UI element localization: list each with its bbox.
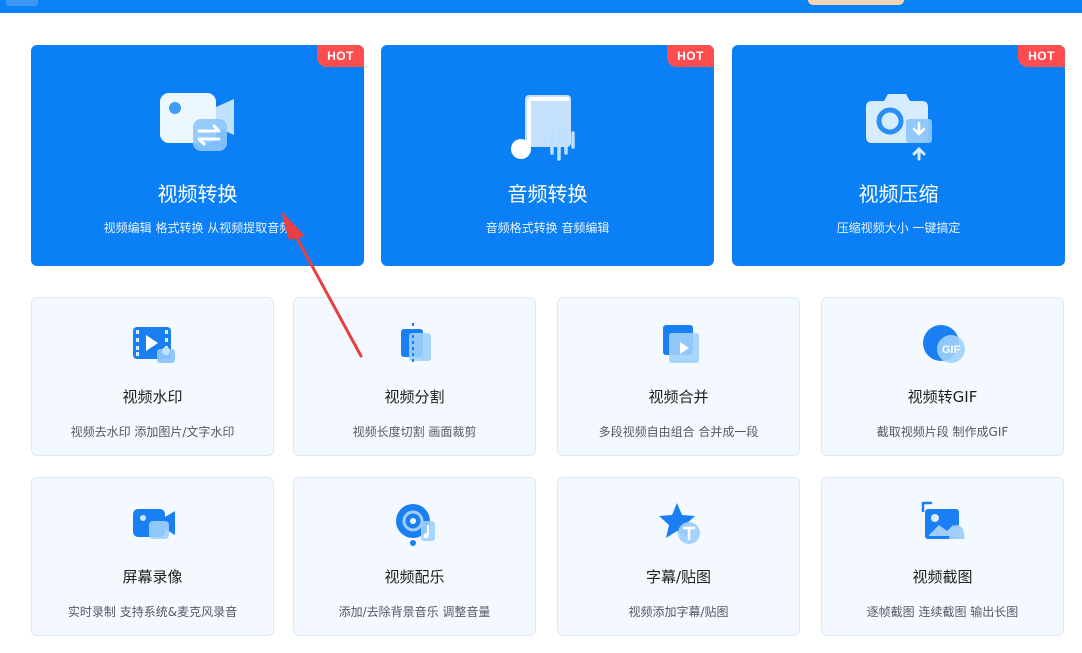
card-title: 音频转换 bbox=[507, 182, 588, 206]
video-compress-card[interactable]: HOT 视频压缩 压缩视频大小 一键搞定 bbox=[732, 45, 1065, 266]
video-convert-card[interactable]: HOT 视频转换 视频编辑 格式转换 从视频提取音频 bbox=[31, 45, 364, 266]
card-title: 视频水印 bbox=[122, 388, 183, 406]
card-subtitle: 多段视频自由组合 合并成一段 bbox=[598, 425, 759, 439]
card-subtitle: 压缩视频大小 一键搞定 bbox=[836, 221, 961, 235]
video-merge-card[interactable]: 视频合并 多段视频自由组合 合并成一段 bbox=[557, 297, 800, 456]
video-watermark-card[interactable]: 视频水印 视频去水印 添加图片/文字水印 bbox=[31, 297, 274, 456]
gif-icon-text: GIF bbox=[942, 344, 961, 356]
card-subtitle: 截取视频片段 制作成GIF bbox=[876, 425, 1009, 439]
card-subtitle: 视频添加字幕/贴图 bbox=[628, 605, 729, 619]
audio-convert-card[interactable]: HOT 音频转换 音频格式转换 音频编辑 bbox=[381, 45, 714, 266]
card-title: 字幕/贴图 bbox=[645, 568, 712, 586]
subtitle-sticker-card[interactable]: 字幕/贴图 视频添加字幕/贴图 bbox=[557, 477, 800, 636]
card-title: 视频转GIF bbox=[907, 388, 978, 406]
card-subtitle: 视频长度切割 画面裁剪 bbox=[352, 425, 477, 439]
merge-icon bbox=[657, 321, 703, 367]
card-subtitle: 逐帧截图 连续截图 输出长图 bbox=[866, 605, 1019, 619]
camera-compress-icon bbox=[858, 89, 938, 165]
top-header-bar bbox=[0, 0, 1082, 13]
card-subtitle: 视频编辑 格式转换 从视频提取音频 bbox=[103, 221, 292, 235]
card-title: 视频配乐 bbox=[384, 568, 445, 586]
screen-record-card[interactable]: 屏幕录像 实时录制 支持系统&麦克风录音 bbox=[31, 477, 274, 636]
video-gif-card[interactable]: GIF 视频转GIF 截取视频片段 制作成GIF bbox=[821, 297, 1064, 456]
hot-badge: HOT bbox=[667, 45, 714, 67]
hot-badge: HOT bbox=[1018, 45, 1065, 67]
film-watermark-icon bbox=[131, 321, 177, 367]
card-subtitle: 视频去水印 添加图片/文字水印 bbox=[70, 425, 235, 439]
card-subtitle: 实时录制 支持系统&麦克风录音 bbox=[67, 605, 238, 619]
video-convert-icon bbox=[157, 89, 237, 165]
card-title: 视频压缩 bbox=[858, 182, 939, 206]
split-icon bbox=[393, 321, 439, 367]
hot-badge: HOT bbox=[317, 45, 364, 67]
star-text-icon bbox=[657, 501, 703, 547]
card-subtitle: 添加/去除背景音乐 调整音量 bbox=[338, 605, 491, 619]
music-note-icon bbox=[507, 89, 587, 165]
screen-record-icon bbox=[131, 501, 177, 547]
screenshot-image-icon bbox=[921, 501, 967, 547]
card-title: 视频分割 bbox=[384, 388, 445, 406]
card-title: 视频合并 bbox=[648, 388, 709, 406]
card-title: 屏幕录像 bbox=[122, 568, 183, 586]
gif-icon: GIF bbox=[921, 321, 967, 367]
video-split-card[interactable]: 视频分割 视频长度切割 画面裁剪 bbox=[293, 297, 536, 456]
card-title: 视频截图 bbox=[912, 568, 973, 586]
card-title: 视频转换 bbox=[157, 182, 238, 206]
card-subtitle: 音频格式转换 音频编辑 bbox=[485, 221, 610, 235]
header-action-button[interactable] bbox=[808, 0, 904, 5]
video-music-card[interactable]: 视频配乐 添加/去除背景音乐 调整音量 bbox=[293, 477, 536, 636]
disc-music-icon bbox=[393, 501, 439, 547]
video-screenshot-card[interactable]: 视频截图 逐帧截图 连续截图 输出长图 bbox=[821, 477, 1064, 636]
app-logo[interactable] bbox=[6, 0, 38, 6]
